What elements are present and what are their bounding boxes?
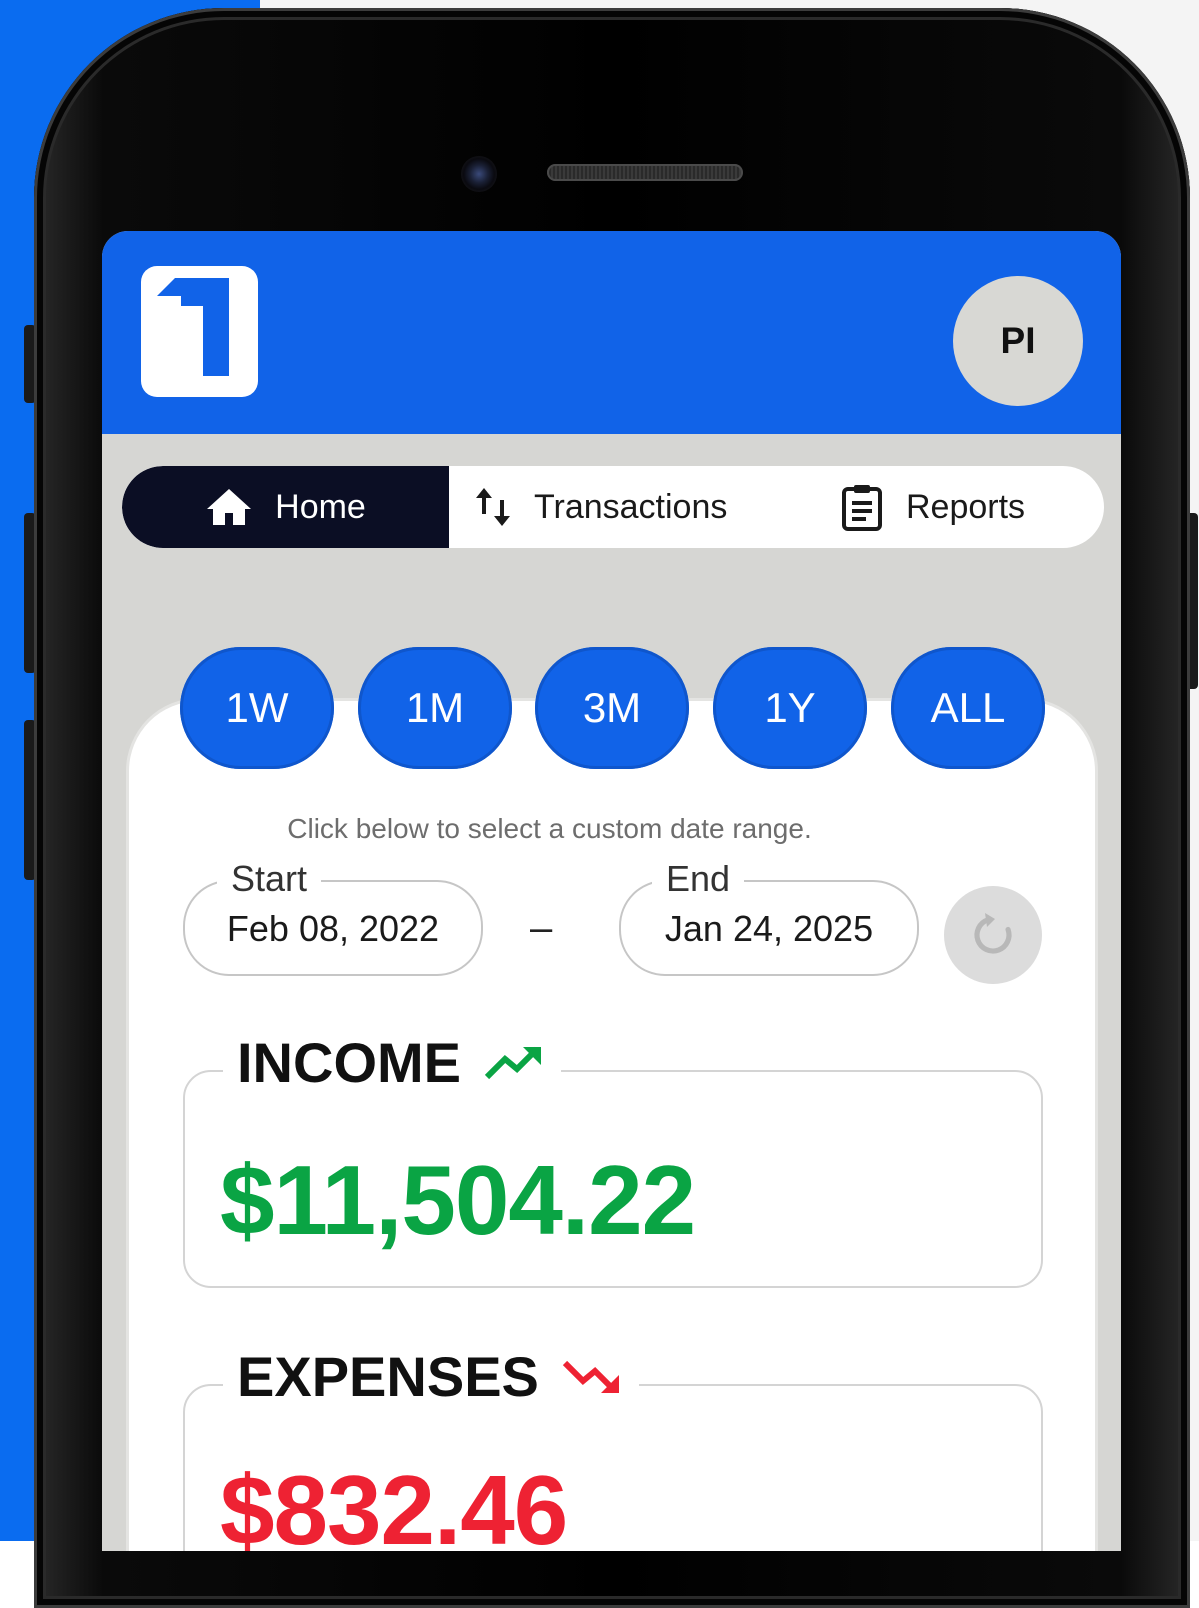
logo-one-icon bbox=[157, 278, 229, 376]
custom-range-hint: Click below to select a custom date rang… bbox=[287, 813, 812, 844]
trending-down-icon bbox=[562, 1360, 619, 1393]
tab-home[interactable]: Home bbox=[122, 466, 449, 548]
start-date-value: Feb 08, 2022 bbox=[226, 908, 440, 949]
expenses-box: EXPENSES $832.46 bbox=[183, 1344, 1043, 1551]
tab-home-label: Home bbox=[275, 487, 366, 526]
tab-reports-label: Reports bbox=[906, 487, 1026, 526]
start-date-label: Start bbox=[217, 858, 322, 900]
front-camera bbox=[461, 156, 497, 192]
user-avatar[interactable]: PI bbox=[953, 276, 1083, 406]
tab-transactions-label: Transactions bbox=[534, 487, 728, 526]
trending-up-icon bbox=[484, 1046, 541, 1079]
clipboard-icon bbox=[842, 485, 882, 531]
expenses-title: EXPENSES bbox=[223, 1344, 639, 1409]
range-1w-button[interactable]: 1W bbox=[180, 647, 334, 769]
end-date-label: End bbox=[652, 858, 745, 900]
income-value: $11,504.22 bbox=[220, 1145, 696, 1255]
reset-range-button[interactable] bbox=[944, 886, 1042, 984]
start-date-field[interactable]: Start Feb 08, 2022 bbox=[183, 858, 483, 976]
range-1m-button[interactable]: 1M bbox=[358, 647, 512, 769]
app-screen: PI Home Transactions Reports 1W 1M 3M 1Y… bbox=[102, 231, 1121, 1551]
app-logo[interactable] bbox=[141, 266, 258, 397]
end-date-value: Jan 24, 2025 bbox=[664, 908, 874, 949]
date-range-separator: – bbox=[530, 906, 553, 950]
refresh-icon bbox=[974, 913, 1012, 954]
home-icon bbox=[207, 489, 252, 525]
end-date-field[interactable]: End Jan 24, 2025 bbox=[619, 858, 919, 976]
range-all-button[interactable]: ALL bbox=[891, 647, 1045, 769]
tab-reports[interactable]: Reports bbox=[840, 466, 1100, 548]
tab-transactions[interactable]: Transactions bbox=[474, 466, 794, 548]
income-title: INCOME bbox=[223, 1030, 561, 1095]
expenses-title-text: EXPENSES bbox=[237, 1345, 539, 1408]
expenses-value: $832.46 bbox=[220, 1455, 568, 1551]
arrows-updown-icon bbox=[476, 488, 510, 526]
range-1y-button[interactable]: 1Y bbox=[713, 647, 867, 769]
app-header: PI bbox=[102, 231, 1121, 434]
income-title-text: INCOME bbox=[237, 1031, 461, 1094]
income-box: INCOME $11,504.22 bbox=[183, 1030, 1043, 1288]
earpiece-speaker bbox=[547, 164, 743, 181]
main-nav-tabs: Home Transactions Reports bbox=[122, 466, 1104, 548]
range-3m-button[interactable]: 3M bbox=[535, 647, 689, 769]
